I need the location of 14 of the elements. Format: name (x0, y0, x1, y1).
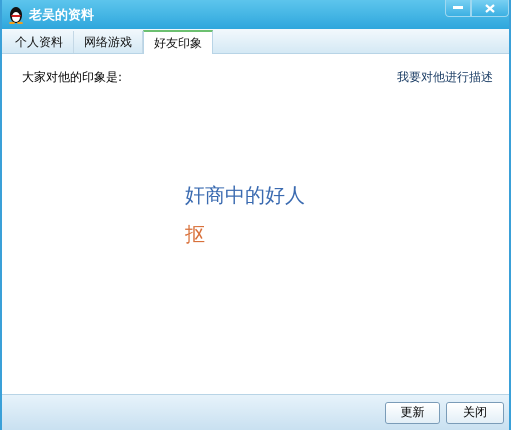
close-button[interactable] (471, 0, 509, 17)
tab[interactable]: 个人资料 (5, 31, 74, 53)
close-icon (485, 4, 495, 12)
impression-tag: 奸商中的好人 (185, 182, 305, 209)
minimize-icon (453, 6, 463, 10)
penguin-icon (8, 6, 24, 24)
describe-link[interactable]: 我要对他进行描述 (397, 69, 493, 86)
dialog-button[interactable]: 更新 (385, 402, 440, 424)
section-label: 大家对他的印象是: (22, 69, 122, 86)
window-title: 老吴的资料 (29, 6, 94, 24)
dialog-button[interactable]: 关闭 (446, 402, 504, 424)
impression-tag: 抠 (185, 221, 205, 248)
minimize-button[interactable] (445, 0, 471, 17)
tab[interactable]: 好友印象 (143, 30, 213, 54)
